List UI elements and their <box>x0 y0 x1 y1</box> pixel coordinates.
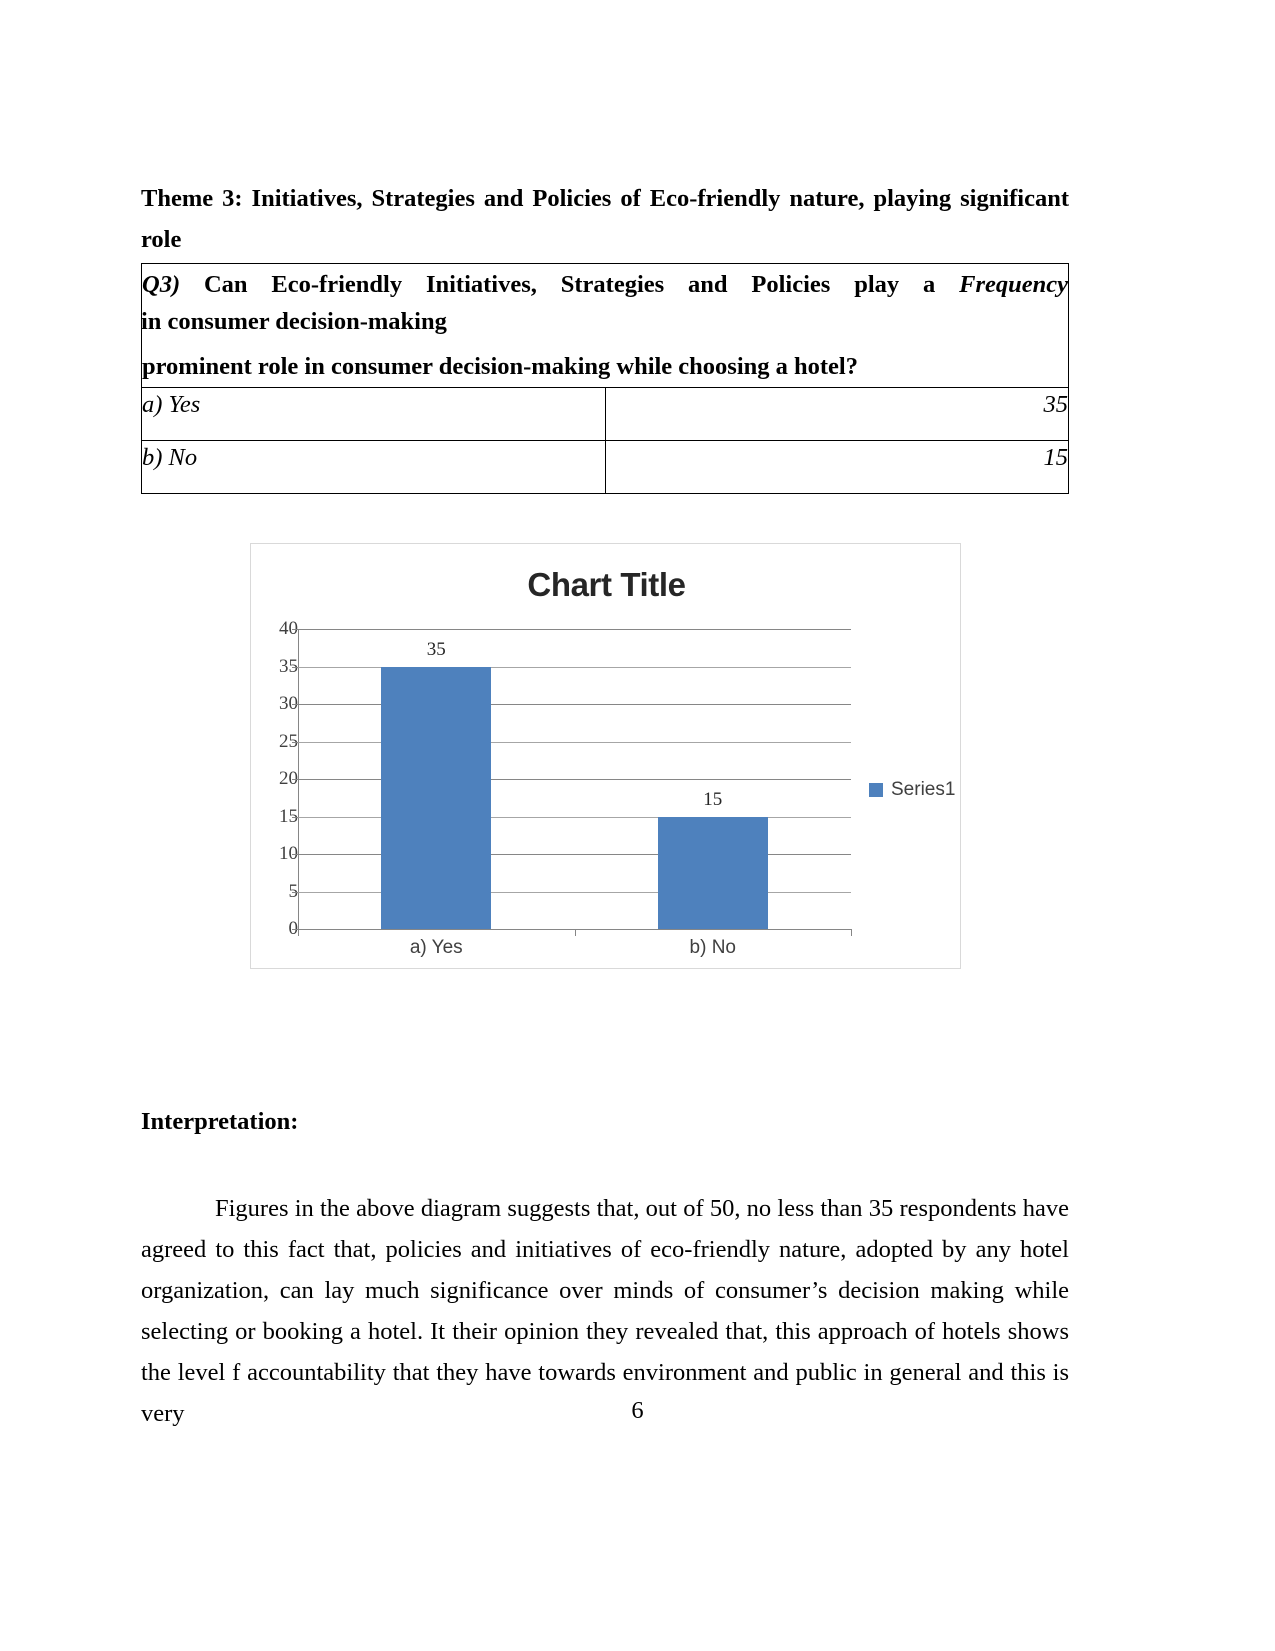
question-body-line-1: Can Eco-friendly Initiatives, Strategies… <box>203 271 936 298</box>
question-cell: Q3) Can Eco-friendly Initiatives, Strate… <box>141 263 1069 388</box>
y-axis-tick <box>292 779 298 780</box>
bar-1 <box>381 666 492 929</box>
option-label-no: b) No <box>141 440 606 494</box>
option-frequency-yes: 35 <box>604 387 1069 441</box>
bar-data-label: 35 <box>426 638 446 660</box>
x-axis-tick-label: b) No <box>689 937 736 958</box>
bar-data-label: 15 <box>703 788 723 810</box>
legend-swatch-icon <box>869 783 883 797</box>
x-axis-tick <box>574 929 576 936</box>
y-axis-tick <box>292 741 298 743</box>
frequency-table: Q3) Can Eco-friendly Initiatives, Strate… <box>141 263 1069 494</box>
page-number: 6 <box>631 1397 644 1424</box>
interpretation-heading: Interpretation: <box>141 1108 299 1135</box>
table-row-question: Q3) Can Eco-friendly Initiatives, Strate… <box>141 263 1069 388</box>
gridline <box>298 629 851 630</box>
option-label-yes: a) Yes <box>141 387 606 441</box>
y-axis-tick <box>292 891 298 893</box>
table-row: b) No 15 <box>141 440 1069 494</box>
question-number: Q3) <box>142 271 181 298</box>
x-axis-tick <box>851 929 852 936</box>
question-line-1: Q3) Can Eco-friendly Initiatives, Strate… <box>142 264 1068 346</box>
document-page: Theme 3: Initiatives, Strategies and Pol… <box>0 0 1275 1651</box>
chart-title: Chart Title <box>527 566 686 603</box>
question-body-line-2: prominent role in consumer decision-maki… <box>142 353 858 380</box>
table-row: a) Yes 35 <box>141 387 1069 441</box>
bar-2 <box>657 816 768 929</box>
chart-plot-area: 35 15 <box>292 629 852 936</box>
y-axis-tick <box>292 854 298 855</box>
y-axis-tick <box>292 816 298 818</box>
legend-label-series1: Series1 <box>891 779 956 800</box>
y-axis-tick <box>292 704 298 705</box>
y-axis-tick <box>292 666 298 668</box>
option-frequency-no: 15 <box>604 440 1069 494</box>
question-text: Q3) Can Eco-friendly Initiatives, Strate… <box>142 264 1068 387</box>
chart-legend: Series1 <box>869 779 955 801</box>
x-axis-tick <box>298 929 299 936</box>
y-axis-tick <box>292 629 298 630</box>
x-axis-tick-label: a) Yes <box>409 937 463 958</box>
frequency-column-header: Frequency <box>959 271 1068 298</box>
